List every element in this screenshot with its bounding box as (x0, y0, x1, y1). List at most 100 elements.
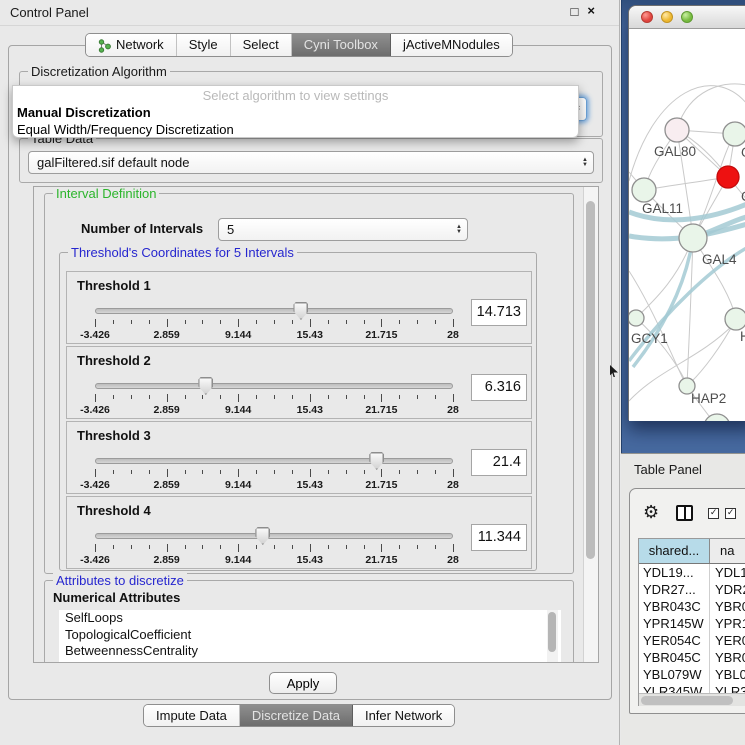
float-window-icon[interactable]: □ (571, 4, 579, 20)
table-cell[interactable]: YBL079W (639, 666, 710, 683)
network-icon (98, 38, 111, 52)
table-cell[interactable]: YBR045C (639, 649, 710, 666)
column-header-shared-name[interactable]: shared... (639, 539, 710, 563)
attributes-scrollbar-thumb[interactable] (548, 612, 556, 652)
interval-definition-group: Interval Definition Number of Intervals … (44, 193, 574, 574)
tick (167, 319, 168, 327)
tick (399, 395, 400, 399)
network-node[interactable] (679, 224, 707, 252)
threshold-2-slider[interactable] (95, 383, 453, 389)
threshold-2-slider-thumb[interactable] (198, 377, 213, 395)
network-canvas-svg[interactable]: GAL80GGAL11CGAL4GCY1HHAP2 (629, 29, 745, 421)
tick (256, 395, 257, 399)
table-cell[interactable]: YDL19... (639, 564, 710, 581)
table-row[interactable]: YDL19...YDL1 (639, 564, 745, 581)
tab-select[interactable]: Select (231, 34, 292, 56)
tick (435, 320, 436, 324)
apply-button[interactable]: Apply (269, 672, 337, 694)
table-scrollbar-thumb[interactable] (641, 696, 733, 705)
gear-icon[interactable]: ⚙ (643, 503, 659, 523)
table-cell[interactable]: YLR345W (639, 683, 710, 693)
tick (435, 545, 436, 549)
network-window[interactable]: GAL80GGAL11CGAL4GCY1HHAP2 (628, 5, 745, 420)
settings-vertical-scrollbar[interactable] (583, 187, 598, 662)
table-cell[interactable]: YBL0 (710, 666, 745, 683)
network-node[interactable] (665, 118, 689, 142)
tab-infer-network[interactable]: Infer Network (353, 705, 454, 726)
table-cell[interactable]: YER0 (710, 632, 745, 649)
tick (435, 395, 436, 399)
table-cell[interactable]: YBR0 (710, 649, 745, 666)
threshold-1-slider-thumb[interactable] (293, 302, 308, 320)
tick-label: -3.426 (80, 479, 110, 491)
table-cell[interactable]: YDL1 (710, 564, 745, 581)
numerical-attributes-list[interactable]: SelfLoopsTopologicalCoefficientBetweenne… (59, 610, 561, 663)
table-row[interactable]: YDR27...YDR2 (639, 581, 745, 598)
tick (149, 470, 150, 474)
tick (310, 469, 311, 477)
network-node[interactable] (629, 310, 644, 326)
tab-discretize-data[interactable]: Discretize Data (240, 705, 353, 726)
table-horizontal-scrollbar[interactable] (639, 693, 745, 706)
algorithm-group-label: Discretization Algorithm (28, 64, 170, 79)
tab-jactivemnodules[interactable]: jActiveMNodules (391, 34, 512, 56)
table-cell[interactable]: YBR0 (710, 598, 745, 615)
table-cell[interactable]: YDR2 (710, 581, 745, 598)
table-cell[interactable]: YLR3 (710, 683, 745, 693)
table-cell[interactable]: YPR145W (639, 615, 710, 632)
tab-cyni-toolbox[interactable]: Cyni Toolbox (292, 34, 391, 56)
attribute-item[interactable]: TopologicalCoefficient (59, 627, 561, 644)
table-cell[interactable]: YBR043C (639, 598, 710, 615)
threshold-1-value[interactable]: 14.713 (471, 299, 527, 326)
network-node[interactable] (725, 308, 745, 330)
table-row[interactable]: YPR145WYPR1 (639, 615, 745, 632)
tick (399, 320, 400, 324)
threshold-4-slider[interactable] (95, 533, 453, 539)
settings-scrollbar-thumb[interactable] (586, 201, 595, 559)
table-row[interactable]: YER054CYER0 (639, 632, 745, 649)
table-cell[interactable]: YPR1 (710, 615, 745, 632)
window-close-button[interactable] (641, 11, 653, 23)
tab-impute-data[interactable]: Impute Data (144, 705, 240, 726)
table-cell[interactable]: YER054C (639, 632, 710, 649)
tick (202, 470, 203, 474)
tick (274, 395, 275, 399)
tab-network[interactable]: Network (86, 34, 177, 56)
table-cell[interactable]: YDR27... (639, 581, 710, 598)
table-row[interactable]: YLR345WYLR3 (639, 683, 745, 693)
threshold-4-slider-thumb[interactable] (255, 527, 270, 545)
interval-group-label: Interval Definition (53, 186, 159, 201)
attribute-item[interactable]: BetweennessCentrality (59, 643, 561, 660)
network-node[interactable] (717, 166, 739, 188)
attribute-item[interactable]: SelfLoops (59, 610, 561, 627)
checkbox-icon-2[interactable]: ✓ (725, 508, 736, 519)
table-data-select[interactable]: galFiltered.sif default node ▲▼ (28, 151, 594, 174)
attributes-group-label: Attributes to discretize (53, 573, 187, 588)
close-icon[interactable]: × (587, 3, 595, 20)
number-of-intervals-select[interactable]: 5 ▲▼ (218, 218, 468, 241)
threshold-3-slider-thumb[interactable] (369, 452, 384, 470)
threshold-3-slider[interactable] (95, 458, 453, 464)
network-node[interactable] (632, 178, 656, 202)
table-row[interactable]: YBR045CYBR0 (639, 649, 745, 666)
network-node[interactable] (723, 122, 745, 146)
attributes-list-scrollbar[interactable] (547, 610, 558, 663)
window-zoom-button[interactable] (681, 11, 693, 23)
network-window-titlebar[interactable] (629, 6, 745, 29)
split-pane-icon[interactable] (676, 505, 693, 521)
dropdown-option-manual-discretization[interactable]: Manual Discretization (13, 104, 578, 121)
threshold-2-value[interactable]: 6.316 (471, 374, 527, 401)
window-minimize-button[interactable] (661, 11, 673, 23)
threshold-1-slider[interactable] (95, 308, 453, 314)
tick-label: 15.43 (297, 479, 323, 491)
column-header-name[interactable]: na (710, 539, 745, 563)
table-row[interactable]: YBR043CYBR0 (639, 598, 745, 615)
threshold-3-value[interactable]: 21.4 (471, 449, 527, 476)
dropdown-option-equal-width-frequency[interactable]: Equal Width/Frequency Discretization (13, 121, 578, 138)
threshold-4-value[interactable]: 11.344 (471, 524, 527, 551)
table-row[interactable]: YBL079WYBL0 (639, 666, 745, 683)
checkbox-icon-1[interactable]: ✓ (708, 508, 719, 519)
tab-style[interactable]: Style (177, 34, 231, 56)
tick-label: 21.715 (365, 329, 397, 341)
control-panel-title: Control Panel (10, 5, 89, 20)
